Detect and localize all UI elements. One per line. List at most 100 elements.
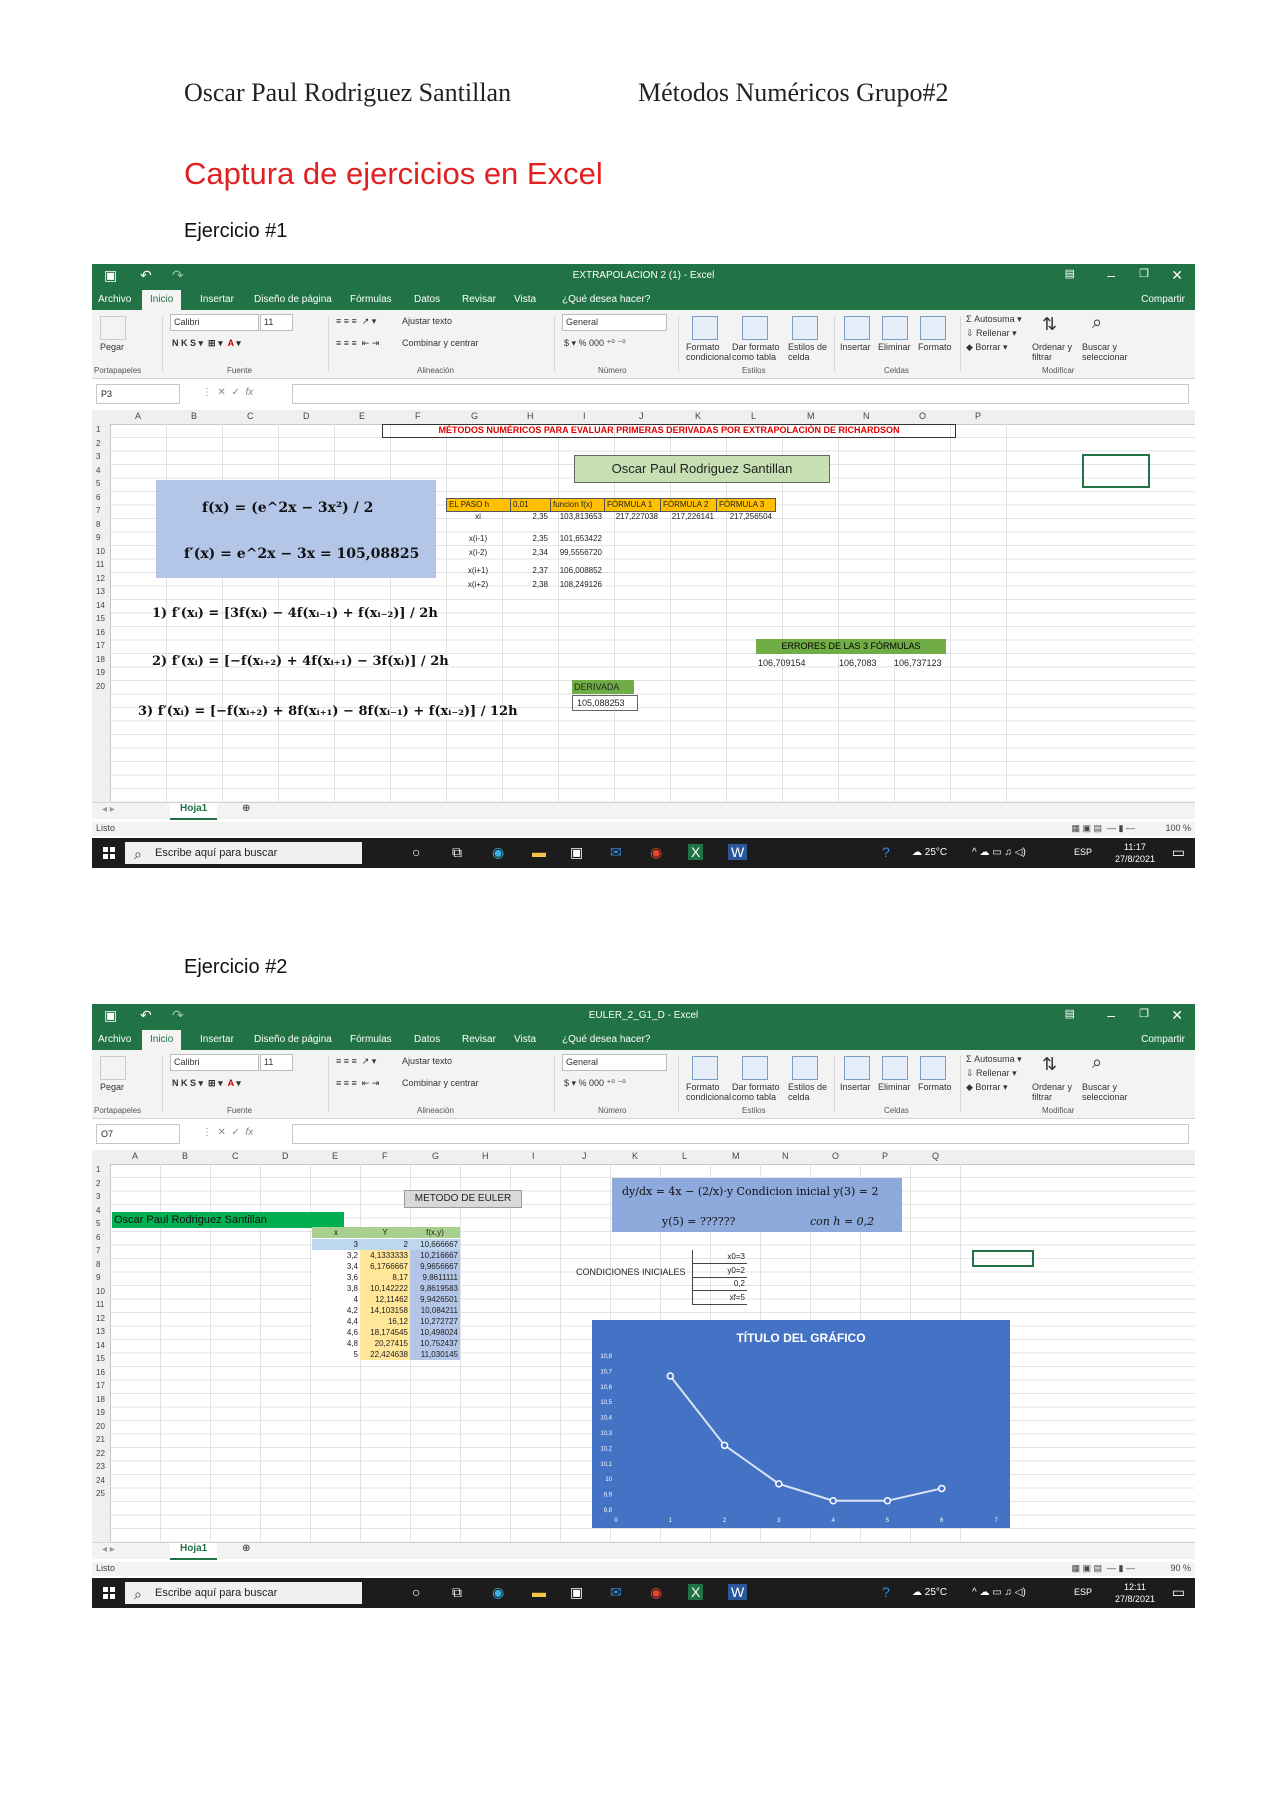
column-header[interactable]: K [632,1151,638,1161]
row-header[interactable]: 15 [96,1354,105,1363]
name-box[interactable]: P3 [96,384,180,404]
store-icon[interactable]: ▣ [570,1584,583,1601]
language[interactable]: ESP [1074,847,1092,857]
column-header[interactable]: M [807,411,815,421]
task-view-icon[interactable]: ⧉ [452,1584,462,1601]
chrome-icon[interactable]: ◉ [650,1584,662,1601]
column-header[interactable]: F [382,1151,388,1161]
row-header[interactable]: 17 [96,1381,105,1390]
row-header[interactable]: 20 [96,1422,105,1431]
column-header[interactable]: C [247,411,254,421]
insert-cells-icon[interactable] [844,1056,870,1080]
bold-italic-underline[interactable]: N K S ▾ ⊞ ▾ A ▾ [172,1078,241,1089]
tab-formulas[interactable]: Fórmulas [350,1034,392,1045]
tab-revisar[interactable]: Revisar [462,294,496,305]
column-header[interactable]: I [532,1151,535,1161]
tab-diseno[interactable]: Diseño de página [254,294,332,305]
column-header[interactable]: C [232,1151,239,1161]
windows-start-icon[interactable] [103,1587,115,1599]
file-explorer-icon[interactable]: ▬ [532,1584,546,1600]
tab-diseno[interactable]: Diseño de página [254,1034,332,1045]
sort-filter-icon[interactable]: ⇅ [1042,1054,1057,1075]
data-point[interactable] [666,1372,675,1380]
row-header[interactable]: 13 [96,587,105,596]
excel-taskbar-icon[interactable]: X [688,844,704,860]
format-table-icon[interactable] [742,316,768,340]
name-box[interactable]: O7 [96,1124,180,1144]
tab-inicio[interactable]: Inicio [142,1030,182,1050]
tell-me-input[interactable]: ¿Qué desea hacer? [562,1034,650,1045]
column-header[interactable]: A [132,1151,138,1161]
selected-cell[interactable] [972,1250,1034,1267]
column-header[interactable]: P [882,1151,888,1161]
sheet-grid-1[interactable]: ABCDEFGHIJKLMNOP 1 2 3 4 5 6 7 8 9 10 11 12 13 14 15 16… [92,410,1195,802]
tab-insertar[interactable]: Insertar [200,1034,234,1045]
selected-cell[interactable] [1082,454,1150,488]
align-icons-2[interactable]: ≡ ≡ ≡ ⇤ ⇥ [336,338,379,349]
column-header[interactable]: H [482,1151,489,1161]
bold-italic-underline[interactable]: N K S ▾ ⊞ ▾ A ▾ [172,338,241,349]
clear-button[interactable]: ◆ Borrar ▾ [966,1082,1007,1093]
row-header[interactable]: 2 [96,1179,100,1188]
column-header[interactable]: Q [932,1151,939,1161]
row-header[interactable]: 1 [96,1165,100,1174]
number-buttons[interactable]: $ ▾ % 000 ⁺⁰ ⁻⁰ [564,338,626,349]
row-header[interactable]: 15 [96,614,105,623]
word-taskbar-icon[interactable]: W [728,844,748,860]
row-header[interactable]: 14 [96,1341,105,1350]
tab-vista[interactable]: Vista [514,294,536,305]
row-header[interactable]: 22 [96,1449,105,1458]
mail-icon[interactable]: ✉ [610,1584,622,1601]
column-header[interactable]: A [135,411,141,421]
row-header[interactable]: 5 [96,479,100,488]
row-header[interactable]: 9 [96,533,100,542]
data-point[interactable] [829,1497,837,1505]
insert-cells-icon[interactable] [844,316,870,340]
row-header[interactable]: 23 [96,1462,105,1471]
row-header[interactable]: 1 [96,425,100,434]
add-sheet-icon[interactable]: ⊕ [242,1543,250,1554]
search-icon[interactable]: ⌕ [1092,312,1102,333]
font-size-select[interactable]: 11 [260,1054,293,1071]
column-header[interactable]: D [282,1151,289,1161]
align-icons[interactable]: ≡ ≡ ≡ ↗ ▾ [336,1056,376,1067]
sort-filter-icon[interactable]: ⇅ [1042,314,1057,335]
delete-cells-icon[interactable] [882,1056,908,1080]
row-header[interactable]: 10 [96,547,105,556]
row-header[interactable]: 5 [96,1219,100,1228]
search-icon[interactable]: ⌕ [1092,1052,1102,1073]
tab-revisar[interactable]: Revisar [462,1034,496,1045]
conditional-format-icon[interactable] [692,316,718,340]
zoom-level[interactable]: 90 % [1170,1563,1191,1573]
column-header[interactable]: G [432,1151,439,1161]
minimize-icon[interactable]: – [1107,1007,1115,1023]
font-select[interactable]: Calibri [170,314,259,331]
format-cells-icon[interactable] [920,316,946,340]
language[interactable]: ESP [1074,1587,1092,1597]
view-icons[interactable]: ▦ ▣ ▤ — ▮ — [1072,1563,1135,1574]
close-icon[interactable]: ✕ [1171,267,1183,284]
column-header[interactable]: O [919,411,926,421]
tell-me-input[interactable]: ¿Qué desea hacer? [562,294,650,305]
sheet-tab-hoja1[interactable]: Hoja1 [170,803,218,820]
file-explorer-icon[interactable]: ▬ [532,844,546,860]
font-select[interactable]: Calibri [170,1054,259,1071]
tray-icons[interactable]: ^ ☁ ▭ ♫ ◁) [972,847,1026,858]
taskbar-search[interactable]: Escribe aquí para buscar [125,842,362,864]
ribbon-display-icon[interactable]: ▤ [1065,1007,1075,1020]
row-header[interactable]: 19 [96,668,105,677]
cell-styles-icon[interactable] [792,1056,818,1080]
column-header[interactable]: O [832,1151,839,1161]
merge-center-button[interactable]: Combinar y centrar [402,338,479,348]
format-table-icon[interactable] [742,1056,768,1080]
cortana-icon[interactable]: ○ [412,1584,420,1600]
fx-icon[interactable]: ⋮ ✕ ✓ fx [202,1127,253,1138]
zoom-level[interactable]: 100 % [1165,823,1191,833]
tab-archivo[interactable]: Archivo [98,1034,131,1045]
add-sheet-icon[interactable]: ⊕ [242,803,250,814]
edge-icon[interactable]: ◉ [492,1584,504,1601]
minimize-icon[interactable]: – [1107,267,1115,283]
column-header[interactable]: H [527,411,534,421]
tab-insertar[interactable]: Insertar [200,294,234,305]
cell-styles-icon[interactable] [792,316,818,340]
